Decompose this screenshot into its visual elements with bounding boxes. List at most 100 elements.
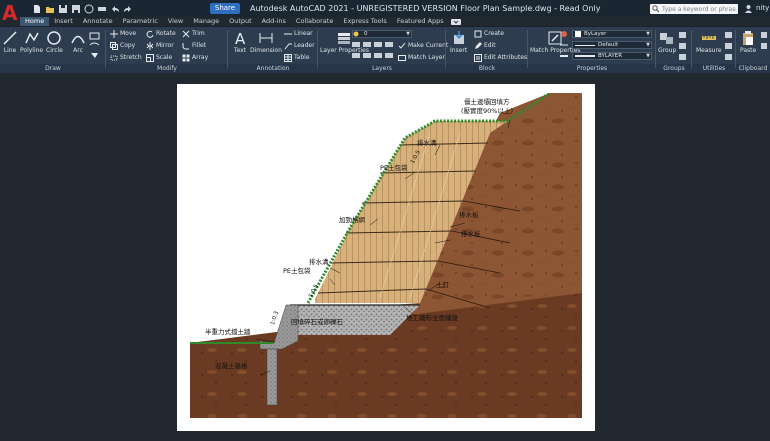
share-button[interactable]: Share — [210, 3, 240, 14]
leader-button[interactable]: Leader — [284, 41, 315, 50]
panel-block: Insert Create Edit Edit Attributes Block — [446, 27, 528, 74]
create-label: Create — [484, 30, 504, 37]
tab-home[interactable]: Home — [20, 17, 50, 26]
leader-icon — [284, 43, 292, 49]
polyline-button[interactable]: Polyline — [20, 30, 43, 55]
tab-parametric[interactable]: Parametric — [118, 17, 163, 26]
circle-button[interactable]: Circle — [46, 30, 63, 55]
text-button[interactable]: A Text — [232, 30, 248, 55]
dimension-button[interactable]: Dimension — [250, 30, 282, 55]
rotate-icon — [146, 30, 154, 38]
draw-extra-icons[interactable] — [88, 31, 102, 61]
edit-attributes-button[interactable]: Edit Attributes — [474, 53, 527, 62]
linear-button[interactable]: Linear — [284, 29, 313, 38]
plot-icon[interactable] — [97, 4, 107, 14]
array-button[interactable]: Array — [182, 53, 208, 62]
linetype-dropdown[interactable]: Default ▼ — [572, 41, 652, 49]
arc-button[interactable]: Arc — [70, 30, 86, 55]
paste-label: Paste — [740, 47, 757, 54]
make-current-label: Make Current — [408, 42, 449, 49]
paste-icon — [743, 31, 754, 45]
lineweight-sample — [575, 55, 595, 57]
drawing-sheet[interactable]: 僵土邊壩回填方 (壓實度90%以上) 排水溝 PE土包袋 加勁格網 排水板 排水… — [177, 84, 595, 431]
dimension-icon — [259, 33, 273, 43]
copy-button[interactable]: Copy — [110, 41, 135, 50]
measure-button[interactable]: Measure — [696, 30, 722, 55]
arc-icon — [71, 35, 85, 44]
redo-icon[interactable] — [123, 4, 133, 14]
search-input[interactable] — [662, 4, 736, 14]
search-box[interactable] — [650, 4, 738, 14]
clipboard-tool-icons[interactable] — [760, 31, 769, 61]
linetype-sample — [575, 44, 595, 46]
application-menu-button[interactable]: A — [2, 2, 18, 24]
undo-icon[interactable] — [110, 4, 120, 14]
edit-block-button[interactable]: Edit — [474, 41, 496, 50]
tab-view[interactable]: View — [163, 17, 188, 26]
tab-collaborate[interactable]: Collaborate — [291, 17, 338, 26]
save-as-icon[interactable] — [71, 4, 81, 14]
callout-compaction: (壓實度90%以上) — [461, 107, 514, 115]
group-tool-icons[interactable] — [678, 31, 688, 61]
linetype-value: Default — [598, 42, 619, 48]
tab-insert[interactable]: Insert — [49, 17, 78, 26]
fillet-icon — [182, 42, 189, 49]
line-button[interactable]: Line — [2, 30, 18, 55]
chevron-down-icon: ▼ — [646, 53, 650, 59]
ribbon: Line Polyline Circle Arc Draw Move Rotat… — [0, 26, 770, 74]
linear-dimension-icon — [284, 33, 292, 34]
create-block-button[interactable]: Create — [474, 29, 504, 38]
tab-express-tools[interactable]: Express Tools — [338, 17, 391, 26]
stretch-button[interactable]: Stretch — [110, 53, 142, 62]
linear-label: Linear — [294, 30, 313, 37]
chevron-down-icon: ▼ — [406, 31, 410, 37]
callout-retaining-wall: 半重力式擋土牆 — [205, 328, 251, 336]
color-dropdown[interactable]: ByLayer ▼ — [572, 30, 652, 38]
user-icon[interactable] — [744, 4, 753, 13]
match-layer-icon — [398, 54, 406, 61]
utility-tool-icons[interactable] — [724, 31, 734, 61]
web-icon[interactable] — [84, 4, 94, 14]
circle-icon — [47, 31, 62, 45]
array-label: Array — [192, 54, 209, 61]
move-label: Move — [120, 30, 137, 37]
tab-add-ins[interactable]: Add-ins — [257, 17, 291, 26]
ribbon-minimize-icon[interactable] — [449, 17, 463, 26]
slope-cross-section-drawing — [190, 93, 582, 418]
trim-icon — [182, 30, 190, 37]
chevron-down-icon: ▼ — [646, 42, 650, 48]
mirror-button[interactable]: Mirror — [146, 41, 174, 50]
make-current-button[interactable]: Make Current — [398, 41, 448, 50]
tab-featured-apps[interactable]: Featured Apps — [392, 17, 449, 26]
fillet-button[interactable]: Fillet — [182, 41, 206, 50]
callout-drain-board-1: 排水板 — [459, 211, 479, 219]
edit-attributes-label: Edit Attributes — [484, 54, 528, 61]
table-button[interactable]: Table — [284, 53, 310, 62]
tab-manage[interactable]: Manage — [188, 17, 224, 26]
chevron-down-icon: ▼ — [646, 31, 650, 37]
match-layer-button[interactable]: Match Layer — [398, 53, 445, 62]
table-label: Table — [294, 54, 310, 61]
match-layer-label: Match Layer — [408, 54, 445, 61]
drawing-area[interactable]: 僵土邊壩回填方 (壓實度90%以上) 排水溝 PE土包袋 加勁格網 排水板 排水… — [0, 73, 770, 441]
open-file-icon[interactable] — [45, 4, 55, 14]
scale-button[interactable]: Scale — [146, 53, 172, 62]
user-name[interactable]: nity — [756, 2, 769, 14]
leader-label: Leader — [294, 42, 315, 49]
ribbon-tabs: Home Insert Annotate Parametric View Man… — [20, 17, 463, 26]
group-button[interactable]: Group — [658, 30, 676, 55]
paste-button[interactable]: Paste — [740, 30, 756, 55]
trim-button[interactable]: Trim — [182, 29, 205, 38]
insert-block-icon — [453, 31, 464, 44]
new-file-icon[interactable] — [32, 4, 42, 14]
lineweight-dropdown[interactable]: BYLAYER ▼ — [572, 52, 652, 60]
insert-block-button[interactable]: Insert — [450, 30, 467, 55]
move-button[interactable]: Move — [110, 29, 136, 38]
text-icon: A — [235, 30, 246, 46]
rotate-button[interactable]: Rotate — [146, 29, 176, 38]
save-icon[interactable] — [58, 4, 68, 14]
tab-annotate[interactable]: Annotate — [78, 17, 118, 26]
tab-output[interactable]: Output — [224, 17, 257, 26]
make-current-icon — [398, 42, 406, 49]
layer-dropdown[interactable]: 0 ▼ — [352, 30, 412, 38]
